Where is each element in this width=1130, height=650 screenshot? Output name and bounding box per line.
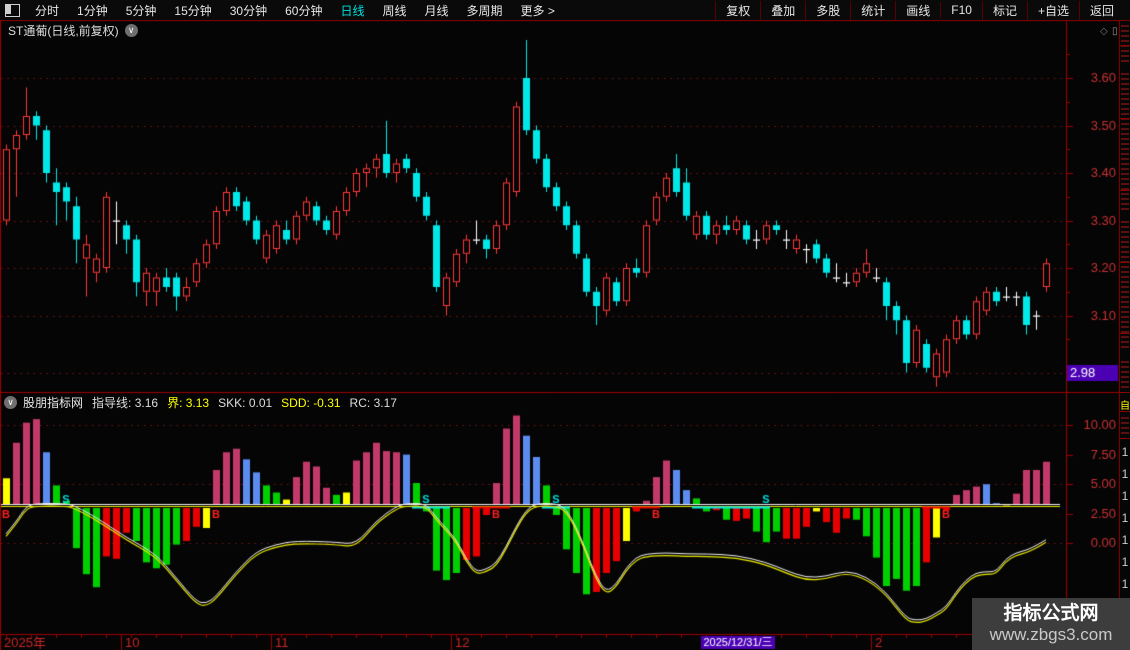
side-panel-texture (1121, 221, 1129, 351)
btn-overlay[interactable]: 叠加 (760, 0, 805, 20)
side-panel-tab-label[interactable]: 自 (1120, 397, 1130, 412)
btn-back[interactable]: 返回 (1078, 0, 1124, 20)
indicator-field-rc: RC: 3.17 (349, 395, 397, 410)
side-panel-texture (1121, 73, 1129, 213)
tab-more[interactable]: 更多 > (512, 1, 564, 20)
side-panel-count-digit: 1 (1121, 467, 1129, 481)
indicator-collapse-icon[interactable]: ∨ (4, 396, 17, 409)
side-panel-count-digit: 1 (1121, 577, 1129, 591)
layout-toggle-icon[interactable] (5, 3, 20, 17)
side-panel-count-digit: 1 (1121, 489, 1129, 503)
btn-multi-stock[interactable]: 多股 (805, 0, 850, 20)
indicator-field-sdd: SDD: -0.31 (281, 395, 341, 410)
watermark: 指标公式网 www.zbgs3.com (972, 598, 1130, 650)
tab-monthly[interactable]: 月线 (416, 1, 458, 20)
tab-fenshi[interactable]: 分时 (26, 1, 68, 20)
indicator-field-skk: SKK: 0.01 (218, 395, 273, 410)
diamond-icon[interactable]: ◇ (1100, 26, 1108, 37)
tab-1min[interactable]: 1分钟 (68, 1, 117, 20)
chevron-down-icon[interactable]: ∨ (124, 23, 138, 37)
side-panel-texture (1121, 417, 1129, 435)
indicator-field-jie: 界: 3.13 (167, 396, 210, 410)
indicator-source-label: 股朋指标网 (23, 396, 84, 410)
side-panel-texture (1121, 361, 1129, 391)
tab-5min[interactable]: 5分钟 (117, 1, 166, 20)
chart-title-row: ST通葡(日线,前复权) ∨ (0, 21, 1060, 39)
period-toolbar: 分时 1分钟 5分钟 15分钟 30分钟 60分钟 日线 周线 月线 多周期 更… (0, 0, 1130, 20)
strip-divider (1120, 45, 1130, 46)
period-toolbar-left: 分时 1分钟 5分钟 15分钟 30分钟 60分钟 日线 周线 月线 多周期 更… (0, 1, 564, 20)
btn-draw-line[interactable]: 画线 (895, 0, 940, 20)
candlestick-and-indicator-chart-canvas[interactable] (0, 0, 1130, 650)
strip-divider (1120, 118, 1130, 119)
strip-divider (1120, 392, 1130, 393)
side-panel-count-digit: 1 (1121, 533, 1129, 547)
strip-divider (1120, 262, 1130, 263)
strip-divider (1120, 438, 1130, 439)
strip-divider (1120, 190, 1130, 191)
tab-15min[interactable]: 15分钟 (165, 1, 220, 20)
side-panel-count-digit: 1 (1121, 511, 1129, 525)
strip-divider (1120, 333, 1130, 334)
indicator-header: ∨ 股朋指标网 指导线: 3.16 界: 3.13 SKK: 0.01 SDD:… (0, 394, 1060, 411)
btn-add-watchlist[interactable]: +自选 (1026, 0, 1079, 20)
tab-daily-active[interactable]: 日线 (331, 1, 373, 20)
btn-statistics[interactable]: 统计 (850, 0, 895, 20)
tab-multi-period[interactable]: 多周期 (458, 1, 512, 20)
side-panel-count-digit: 1 (1121, 555, 1129, 569)
tab-60min[interactable]: 60分钟 (276, 1, 331, 20)
collapsed-side-panel-handle[interactable]: 自 1 1 1 1 1 1 1 (1120, 21, 1130, 650)
stock-app-window: 分时 1分钟 5分钟 15分钟 30分钟 60分钟 日线 周线 月线 多周期 更… (0, 0, 1130, 650)
btn-f10[interactable]: F10 (940, 2, 982, 18)
btn-mark[interactable]: 标记 (981, 0, 1027, 20)
period-toolbar-right: 复权 叠加 多股 统计 画线 F10 标记 +自选 返回 (715, 0, 1124, 20)
indicator-field-guideline: 指导线: 3.16 (92, 396, 159, 410)
watermark-site-url: www.zbgs3.com (989, 625, 1113, 644)
watermark-site-name: 指标公式网 (1003, 603, 1099, 624)
stock-title: ST通葡(日线,前复权) (8, 23, 119, 38)
pane-maximize-icon[interactable]: ▯ (1112, 26, 1118, 37)
tab-weekly[interactable]: 周线 (373, 1, 415, 20)
btn-fuquan[interactable]: 复权 (715, 0, 760, 20)
side-panel-count-digit: 1 (1121, 445, 1129, 459)
tab-30min[interactable]: 30分钟 (221, 1, 276, 20)
strip-divider (1120, 411, 1130, 412)
